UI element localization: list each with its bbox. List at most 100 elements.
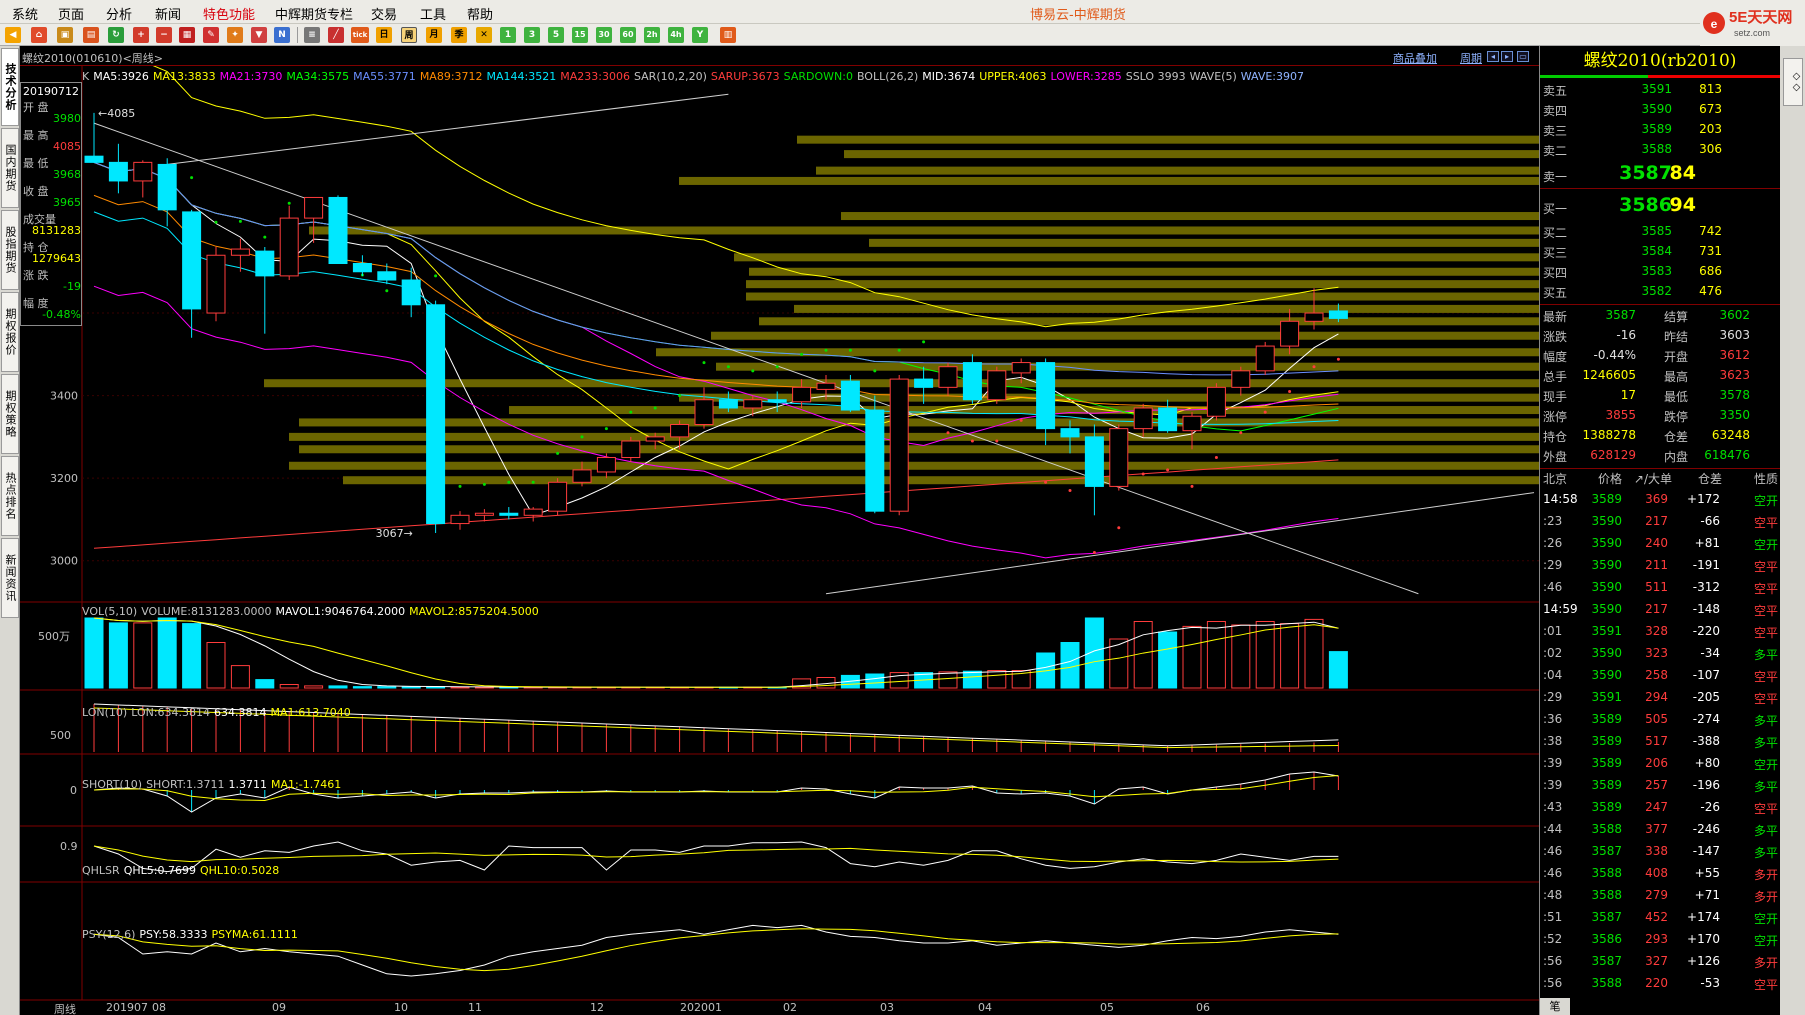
folder-icon[interactable]: ▣ [57, 27, 73, 43]
candle-body[interactable] [377, 271, 397, 281]
nav-left-icon[interactable]: ◂ [1487, 51, 1499, 62]
candle-body[interactable] [645, 436, 665, 442]
bid-price[interactable]: 3584 [1641, 244, 1672, 258]
period-60min-button[interactable]: 60 [620, 27, 636, 43]
bid-price[interactable]: 3583 [1641, 264, 1672, 278]
period-30min-button[interactable]: 30 [596, 27, 612, 43]
candle-body[interactable] [206, 254, 226, 314]
candle-body[interactable] [718, 399, 738, 409]
candle-body[interactable] [792, 386, 812, 403]
tab-hot-ranking[interactable]: 热点排名 [1, 456, 19, 536]
candle-body[interactable] [621, 440, 641, 459]
candle-body[interactable] [401, 279, 421, 306]
candle-body[interactable] [865, 409, 885, 512]
period-15min-button[interactable]: 15 [572, 27, 588, 43]
menu-analysis[interactable]: 分析 [106, 4, 132, 23]
ask-1-price[interactable]: 3587 [1619, 162, 1672, 184]
menu-help[interactable]: 帮助 [467, 4, 493, 23]
period-day-button[interactable]: 日 [376, 27, 392, 43]
period-season-button[interactable]: 季 [451, 27, 467, 43]
tab-news[interactable]: 新闻资讯 [1, 538, 19, 618]
period-1min-button[interactable]: 1 [500, 27, 516, 43]
screen-icon[interactable]: ▤ [83, 27, 99, 43]
candle-body[interactable] [279, 217, 299, 277]
candle-body[interactable] [230, 248, 250, 256]
candle-body[interactable] [1255, 345, 1275, 372]
candle-body[interactable] [1084, 436, 1104, 487]
table-icon[interactable]: ≡ [304, 27, 320, 43]
kline-icon[interactable]: ╱ [328, 27, 344, 43]
candle-body[interactable] [255, 250, 275, 277]
candle-body[interactable] [767, 399, 787, 403]
commodity-overlay-link[interactable]: 商品叠加 [1393, 50, 1437, 66]
candle-body[interactable] [743, 399, 763, 409]
candle-body[interactable] [182, 211, 202, 310]
candle-body[interactable] [889, 378, 909, 512]
candle-body[interactable] [1060, 428, 1080, 438]
tab-option-strategy[interactable]: 期权策略 [1, 374, 19, 454]
zoom-toggle-icon[interactable]: ▭ [1517, 51, 1529, 62]
candle-body[interactable] [1109, 428, 1129, 487]
candle-body[interactable] [962, 362, 982, 401]
tab-domestic-futures[interactable]: 国内期货 [1, 128, 19, 208]
candle-body[interactable] [1304, 312, 1324, 322]
candle-body[interactable] [596, 457, 616, 473]
bid-price[interactable]: 3585 [1641, 224, 1672, 238]
period-month-button[interactable]: 月 [426, 27, 442, 43]
brush-icon[interactable]: ✦ [227, 27, 243, 43]
candle-body[interactable] [523, 508, 543, 516]
right-tab[interactable]: ◇◇ [1783, 58, 1803, 106]
menu-system[interactable]: 系统 [12, 4, 38, 23]
candle-body[interactable] [157, 163, 177, 211]
period-4h-button[interactable]: 4h [668, 27, 684, 43]
candle-body[interactable] [914, 378, 934, 388]
back-icon[interactable]: ◀ [5, 27, 21, 43]
candle-body[interactable] [328, 196, 348, 265]
candle-body[interactable] [816, 382, 836, 390]
candle-body[interactable] [426, 304, 446, 525]
candle-body[interactable] [1206, 386, 1226, 417]
tab-index-futures[interactable]: 股指期货 [1, 210, 19, 290]
candle-body[interactable] [1036, 362, 1056, 430]
refresh-icon[interactable]: ↻ [108, 27, 124, 43]
candle-body[interactable] [670, 423, 690, 438]
candle-body[interactable] [84, 155, 104, 163]
tick-button[interactable]: tick [351, 27, 369, 43]
candle-body[interactable] [987, 370, 1007, 401]
period-week-button[interactable]: 周 [401, 27, 417, 43]
layout-icon[interactable]: ▦ [179, 27, 195, 43]
home-icon[interactable]: ⌂ [31, 27, 47, 43]
menu-trade[interactable]: 交易 [371, 4, 397, 23]
news-icon[interactable]: N [274, 27, 290, 43]
draw-icon[interactable]: ✎ [203, 27, 219, 43]
candle-body[interactable] [1158, 407, 1178, 432]
candle-body[interactable] [133, 161, 153, 182]
period-year-button[interactable]: Y [692, 27, 708, 43]
candle-body[interactable] [694, 399, 714, 425]
candle-body[interactable] [840, 380, 860, 411]
candle-body[interactable] [1231, 370, 1251, 388]
period-2h-button[interactable]: 2h [644, 27, 660, 43]
ask-price[interactable]: 3590 [1641, 102, 1672, 116]
candle-body[interactable] [450, 514, 470, 525]
period-link[interactable]: 周期 [1460, 50, 1482, 66]
bid-1-price[interactable]: 3586 [1619, 194, 1672, 216]
zoom-out-icon[interactable]: − [156, 27, 172, 43]
period-5min-button[interactable]: 5 [548, 27, 564, 43]
candle-body[interactable] [1328, 310, 1348, 319]
ask-price[interactable]: 3588 [1641, 142, 1672, 156]
tick-footer-tab[interactable]: 笔 [1540, 998, 1570, 1015]
candle-body[interactable] [548, 481, 568, 512]
candle-body[interactable] [938, 366, 958, 388]
menu-zhonghui-column[interactable]: 中辉期货专栏 [275, 4, 353, 23]
menu-tools[interactable]: 工具 [420, 4, 446, 23]
bid-price[interactable]: 3582 [1641, 284, 1672, 298]
filter-icon[interactable]: ▼ [251, 27, 267, 43]
zoom-in-icon[interactable]: + [133, 27, 149, 43]
candle-body[interactable] [1133, 407, 1153, 430]
menu-features[interactable]: 特色功能 [203, 4, 255, 23]
candle-body[interactable] [352, 263, 372, 273]
candle-body[interactable] [304, 196, 324, 219]
candle-body[interactable] [474, 512, 494, 516]
nav-right-icon[interactable]: ▸ [1501, 51, 1513, 62]
